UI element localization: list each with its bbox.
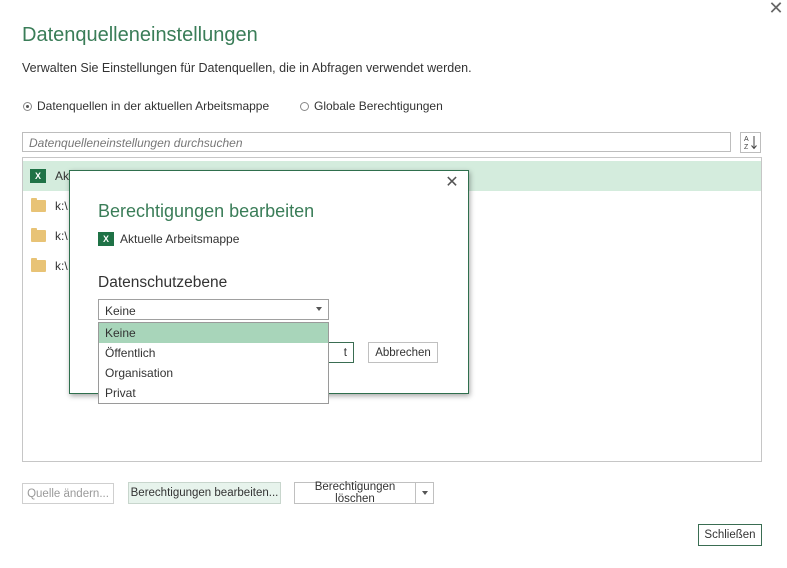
list-item-label: Ak xyxy=(55,169,70,183)
privacy-level-value: Keine xyxy=(105,304,136,318)
list-item-label: k:\ xyxy=(55,259,68,273)
folder-icon xyxy=(31,228,46,242)
privacy-level-select[interactable]: Keine xyxy=(98,299,329,320)
radio-unselected-icon xyxy=(300,101,309,111)
page-description: Verwalten Sie Einstellungen für Datenque… xyxy=(22,61,472,75)
list-item-label: k:\ xyxy=(55,229,68,243)
sort-az-icon[interactable]: A Z xyxy=(740,132,761,153)
clear-permissions-button[interactable]: Berechtigungen löschen xyxy=(294,481,416,505)
modal-source: X Aktuelle Arbeitsmappe xyxy=(98,232,239,246)
search-input[interactable]: Datenquelleneinstellungen durchsuchen xyxy=(22,132,731,152)
clear-permissions-dropdown[interactable] xyxy=(416,482,434,504)
radio-current-label: Datenquellen in der aktuellen Arbeitsmap… xyxy=(37,99,270,113)
excel-icon: X xyxy=(30,169,46,183)
svg-text:Z: Z xyxy=(744,144,749,151)
option-keine[interactable]: Keine xyxy=(99,323,328,343)
chevron-down-icon xyxy=(421,491,428,495)
radio-global-permissions[interactable]: Globale Berechtigungen xyxy=(300,99,443,113)
option-oeffentlich[interactable]: Öffentlich xyxy=(99,343,328,363)
radio-global-label: Globale Berechtigungen xyxy=(314,99,443,113)
privacy-level-options: Keine Öffentlich Organisation Privat xyxy=(98,322,329,404)
privacy-level-label: Datenschutzebene xyxy=(98,274,228,291)
radio-selected-icon xyxy=(23,101,32,111)
close-button[interactable]: Schließen xyxy=(698,524,762,546)
option-organisation[interactable]: Organisation xyxy=(99,363,328,383)
modal-source-label: Aktuelle Arbeitsmappe xyxy=(120,232,240,246)
radio-current-workbook[interactable]: Datenquellen in der aktuellen Arbeitsmap… xyxy=(23,99,269,113)
folder-icon xyxy=(31,258,46,272)
edit-permissions-button[interactable]: Berechtigungen bearbeiten... xyxy=(128,482,281,504)
page-title: Datenquelleneinstellungen xyxy=(22,24,258,46)
svg-text:A: A xyxy=(744,136,749,143)
window-close-icon[interactable]: ✕ xyxy=(766,0,786,18)
excel-icon: X xyxy=(98,232,114,246)
modal-close-icon[interactable]: ✕ xyxy=(443,174,461,192)
folder-icon xyxy=(31,198,46,212)
change-source-button[interactable]: Quelle ändern... xyxy=(22,483,114,504)
option-privat[interactable]: Privat xyxy=(99,383,328,403)
modal-title: Berechtigungen bearbeiten xyxy=(98,201,315,221)
cancel-button[interactable]: Abbrechen xyxy=(368,342,438,363)
list-item-label: k:\ xyxy=(55,199,68,213)
chevron-down-icon xyxy=(316,307,322,311)
